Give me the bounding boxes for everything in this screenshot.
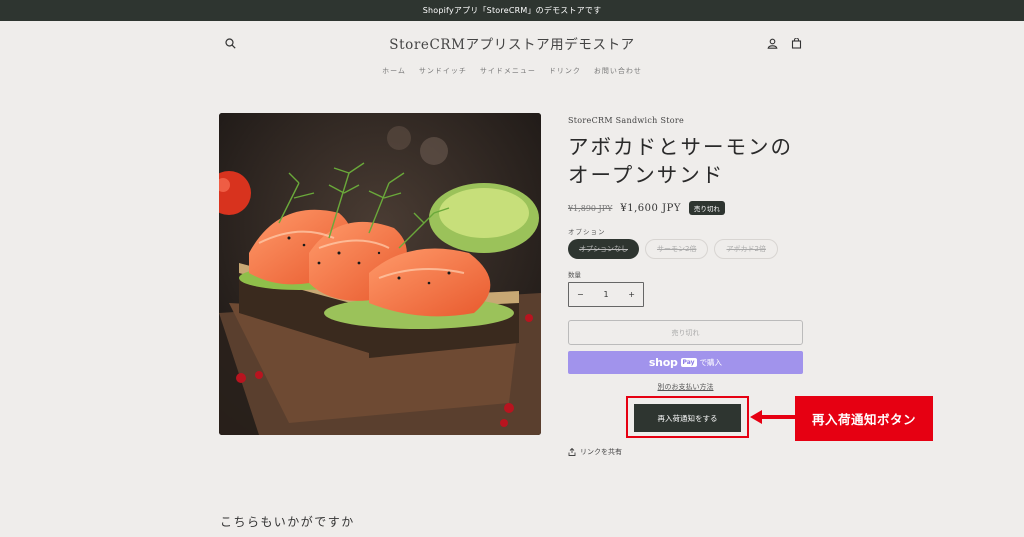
callout-arrow-icon	[750, 410, 798, 424]
sold-out-button: 売り切れ	[568, 320, 803, 345]
quantity-stepper: − 1 +	[568, 282, 644, 307]
more-payment-options-link[interactable]: 別のお支払い方法	[568, 382, 803, 392]
restock-callout-label: 再入荷通知ボタン	[795, 396, 933, 441]
shop-pay-button[interactable]: shop Pay で購入	[568, 351, 803, 374]
product-title: アボカドとサーモンの オープンサンド	[568, 133, 793, 189]
product-title-line2: オープンサンド	[568, 163, 725, 187]
share-link[interactable]: リンクを共有	[568, 447, 622, 457]
quantity-minus-button[interactable]: −	[577, 290, 584, 299]
product-vendor: StoreCRM Sandwich Store	[568, 116, 685, 125]
quantity-plus-button[interactable]: +	[628, 290, 635, 299]
product-title-line1: アボカドとサーモンの	[568, 135, 793, 159]
sold-out-badge: 売り切れ	[688, 201, 725, 215]
recommendations-title: こちらもいかがですか	[220, 515, 355, 529]
announcement-bar: Shopifyアプリ「StoreCRM」のデモストアです	[0, 0, 1024, 21]
price-row: ¥1,890 JPY ¥1,600 JPY 売り切れ	[568, 201, 725, 215]
nav-item-home[interactable]: ホーム	[382, 66, 406, 76]
share-label: リンクを共有	[580, 448, 622, 456]
quantity-input[interactable]: 1	[603, 290, 608, 299]
nav-item-sandwich[interactable]: サンドイッチ	[419, 66, 467, 76]
nav-item-side-menu[interactable]: サイドメニュー	[480, 66, 536, 76]
shop-pay-pay-tag: Pay	[680, 358, 697, 367]
nav-item-drink[interactable]: ドリンク	[549, 66, 581, 76]
main-nav: ホーム サンドイッチ サイドメニュー ドリンク お問い合わせ	[0, 66, 1024, 76]
share-icon	[568, 448, 576, 456]
sale-price: ¥1,600 JPY	[620, 202, 681, 214]
option-pill-none[interactable]: オプションなし	[568, 239, 639, 259]
shop-pay-buy-label: で購入	[699, 358, 723, 367]
store-title[interactable]: StoreCRMアプリストア用デモストア	[0, 33, 1024, 53]
nav-item-contact[interactable]: お問い合わせ	[594, 66, 642, 76]
product-image[interactable]	[219, 113, 541, 435]
account-icon[interactable]	[765, 36, 779, 50]
shop-pay-logo: shop	[648, 356, 678, 369]
option-pill-avocado-double[interactable]: アボカド2倍	[714, 239, 778, 259]
option-pill-salmon-double[interactable]: サーモン2倍	[645, 239, 709, 259]
quantity-label: 数量	[568, 271, 581, 279]
regular-price: ¥1,890 JPY	[568, 203, 613, 213]
option-label: オプション	[568, 228, 606, 236]
restock-notify-button[interactable]: 再入荷通知をする	[634, 404, 741, 432]
cart-icon[interactable]	[789, 36, 803, 50]
option-pills: オプションなし サーモン2倍 アボカド2倍	[568, 239, 778, 259]
